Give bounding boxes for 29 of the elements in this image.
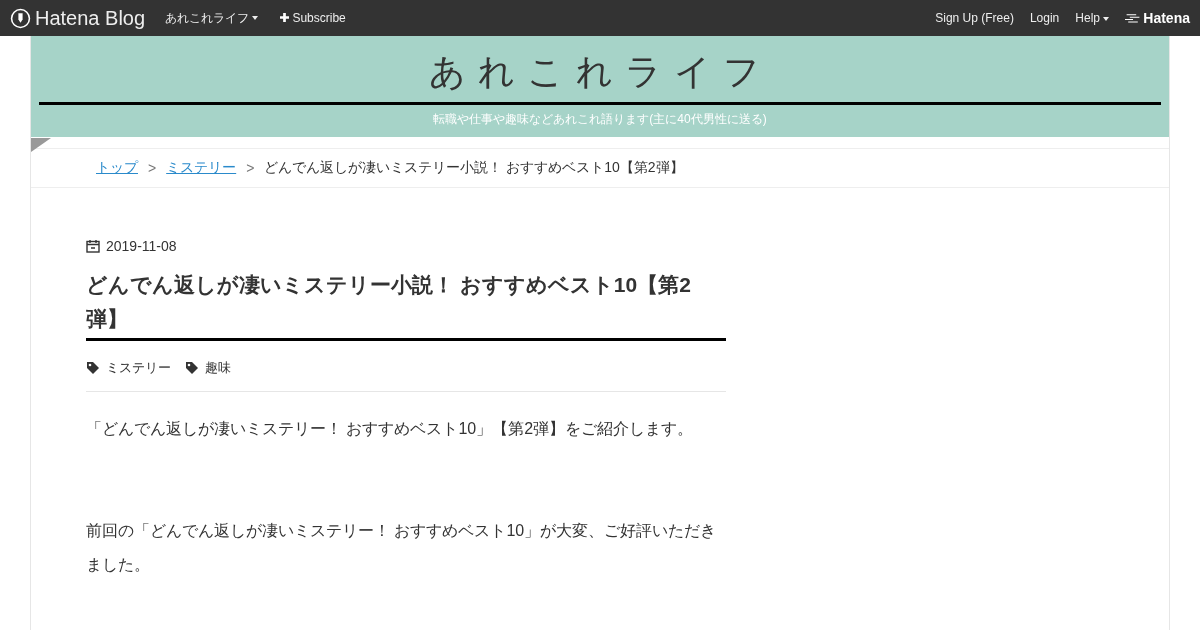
tag-icon <box>86 361 100 375</box>
category-link[interactable]: 趣味 <box>185 359 231 377</box>
top-link[interactable]: Sign Up (Free) <box>935 11 1014 25</box>
post-date: 2019-11-08 <box>106 238 177 254</box>
breadcrumb-current: どんでん返しが凄いミステリー小説！ おすすめベスト10【第2弾】 <box>264 159 684 177</box>
blog-menu[interactable]: あれこれライフ <box>165 9 259 27</box>
calendar-icon <box>86 239 100 253</box>
category-link[interactable]: ミステリー <box>86 359 171 377</box>
breadcrumb-separator: > <box>246 160 255 176</box>
breadcrumb-separator: > <box>148 160 157 176</box>
subscribe-link[interactable]: Subscribe <box>280 11 346 25</box>
paragraph: 「どんでん返しが凄いミステリー！ おすすめベスト10」【第2弾】をご紹介します。 <box>86 419 695 439</box>
pen-nib-icon <box>10 7 31 29</box>
help-menu[interactable]: Help <box>1075 11 1110 25</box>
breadcrumb-link[interactable]: トップ <box>96 159 138 177</box>
blog-subtitle: 転職や仕事や趣味などあれこれ語ります(主に40代男性に送る) <box>432 111 768 128</box>
blog-title[interactable]: あれこれライフ <box>39 50 1161 94</box>
breadcrumb-link[interactable]: ミステリー <box>166 159 237 177</box>
top-link[interactable]: Login <box>1029 11 1060 25</box>
tag-icon <box>185 361 199 375</box>
hatena-blog-logo[interactable]: Hatena Blog <box>10 6 146 30</box>
hatena-logo[interactable]: Hatena <box>1125 10 1190 26</box>
fold-corner <box>31 138 51 152</box>
article-title[interactable]: どんでん返しが凄いミステリー小説！ おすすめベスト10【第2弾】 <box>86 268 726 341</box>
paragraph: 前回の「どんでん返しが凄いミステリー！ おすすめベスト10」が大変、ご好評いただきました。 <box>86 521 718 575</box>
plus-icon <box>280 13 290 22</box>
lines-icon <box>1125 13 1142 23</box>
caret-icon <box>252 16 259 21</box>
caret-icon <box>1103 16 1110 21</box>
